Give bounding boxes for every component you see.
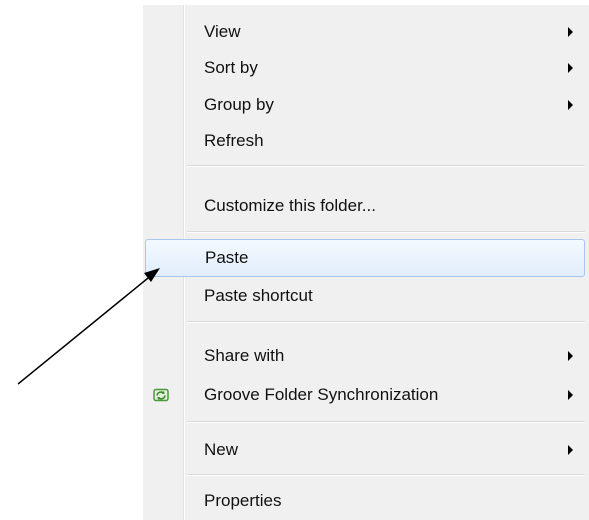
- submenu-arrow-icon: [568, 100, 573, 110]
- menu-item-share-with[interactable]: Share with: [145, 337, 585, 375]
- menu-item-group-by[interactable]: Group by: [145, 86, 585, 124]
- submenu-arrow-icon: [568, 27, 573, 37]
- menu-separator: [187, 165, 585, 167]
- menu-item-customize-folder[interactable]: Customize this folder...: [145, 187, 585, 225]
- screenshot-stage: View Sort by Group by Refresh Customize …: [0, 0, 589, 520]
- menu-item-label: Paste: [205, 248, 249, 267]
- menu-item-label: View: [204, 22, 241, 41]
- menu-item-paste-shortcut[interactable]: Paste shortcut: [145, 277, 585, 315]
- menu-item-label: Customize this folder...: [204, 196, 376, 215]
- menu-item-label: Sort by: [204, 58, 258, 77]
- menu-item-properties[interactable]: Properties: [145, 482, 585, 520]
- menu-item-refresh[interactable]: Refresh: [145, 122, 585, 160]
- menu-item-label: Properties: [204, 491, 282, 510]
- menu-item-groove-folder-sync[interactable]: Groove Folder Synchronization: [145, 376, 585, 414]
- menu-item-label: Groove Folder Synchronization: [204, 385, 439, 404]
- menu-item-label: New: [204, 440, 239, 459]
- submenu-arrow-icon: [568, 445, 573, 455]
- menu-item-label: Group by: [204, 95, 274, 114]
- menu-item-new[interactable]: New: [145, 431, 585, 469]
- menu-separator: [187, 231, 585, 233]
- menu-item-view[interactable]: View: [145, 13, 585, 51]
- submenu-arrow-icon: [568, 390, 573, 400]
- menu-item-paste[interactable]: Paste: [145, 239, 585, 277]
- groove-sync-icon: [153, 388, 169, 402]
- menu-separator: [187, 321, 585, 323]
- submenu-arrow-icon: [568, 351, 573, 361]
- menu-item-sort-by[interactable]: Sort by: [145, 49, 585, 87]
- menu-separator: [187, 421, 585, 423]
- menu-separator: [187, 474, 585, 476]
- menu-item-label: Refresh: [204, 131, 264, 150]
- menu-item-label: Paste shortcut: [204, 286, 313, 305]
- context-menu: View Sort by Group by Refresh Customize …: [143, 5, 589, 520]
- menu-item-label: Share with: [204, 346, 285, 365]
- submenu-arrow-icon: [568, 63, 573, 73]
